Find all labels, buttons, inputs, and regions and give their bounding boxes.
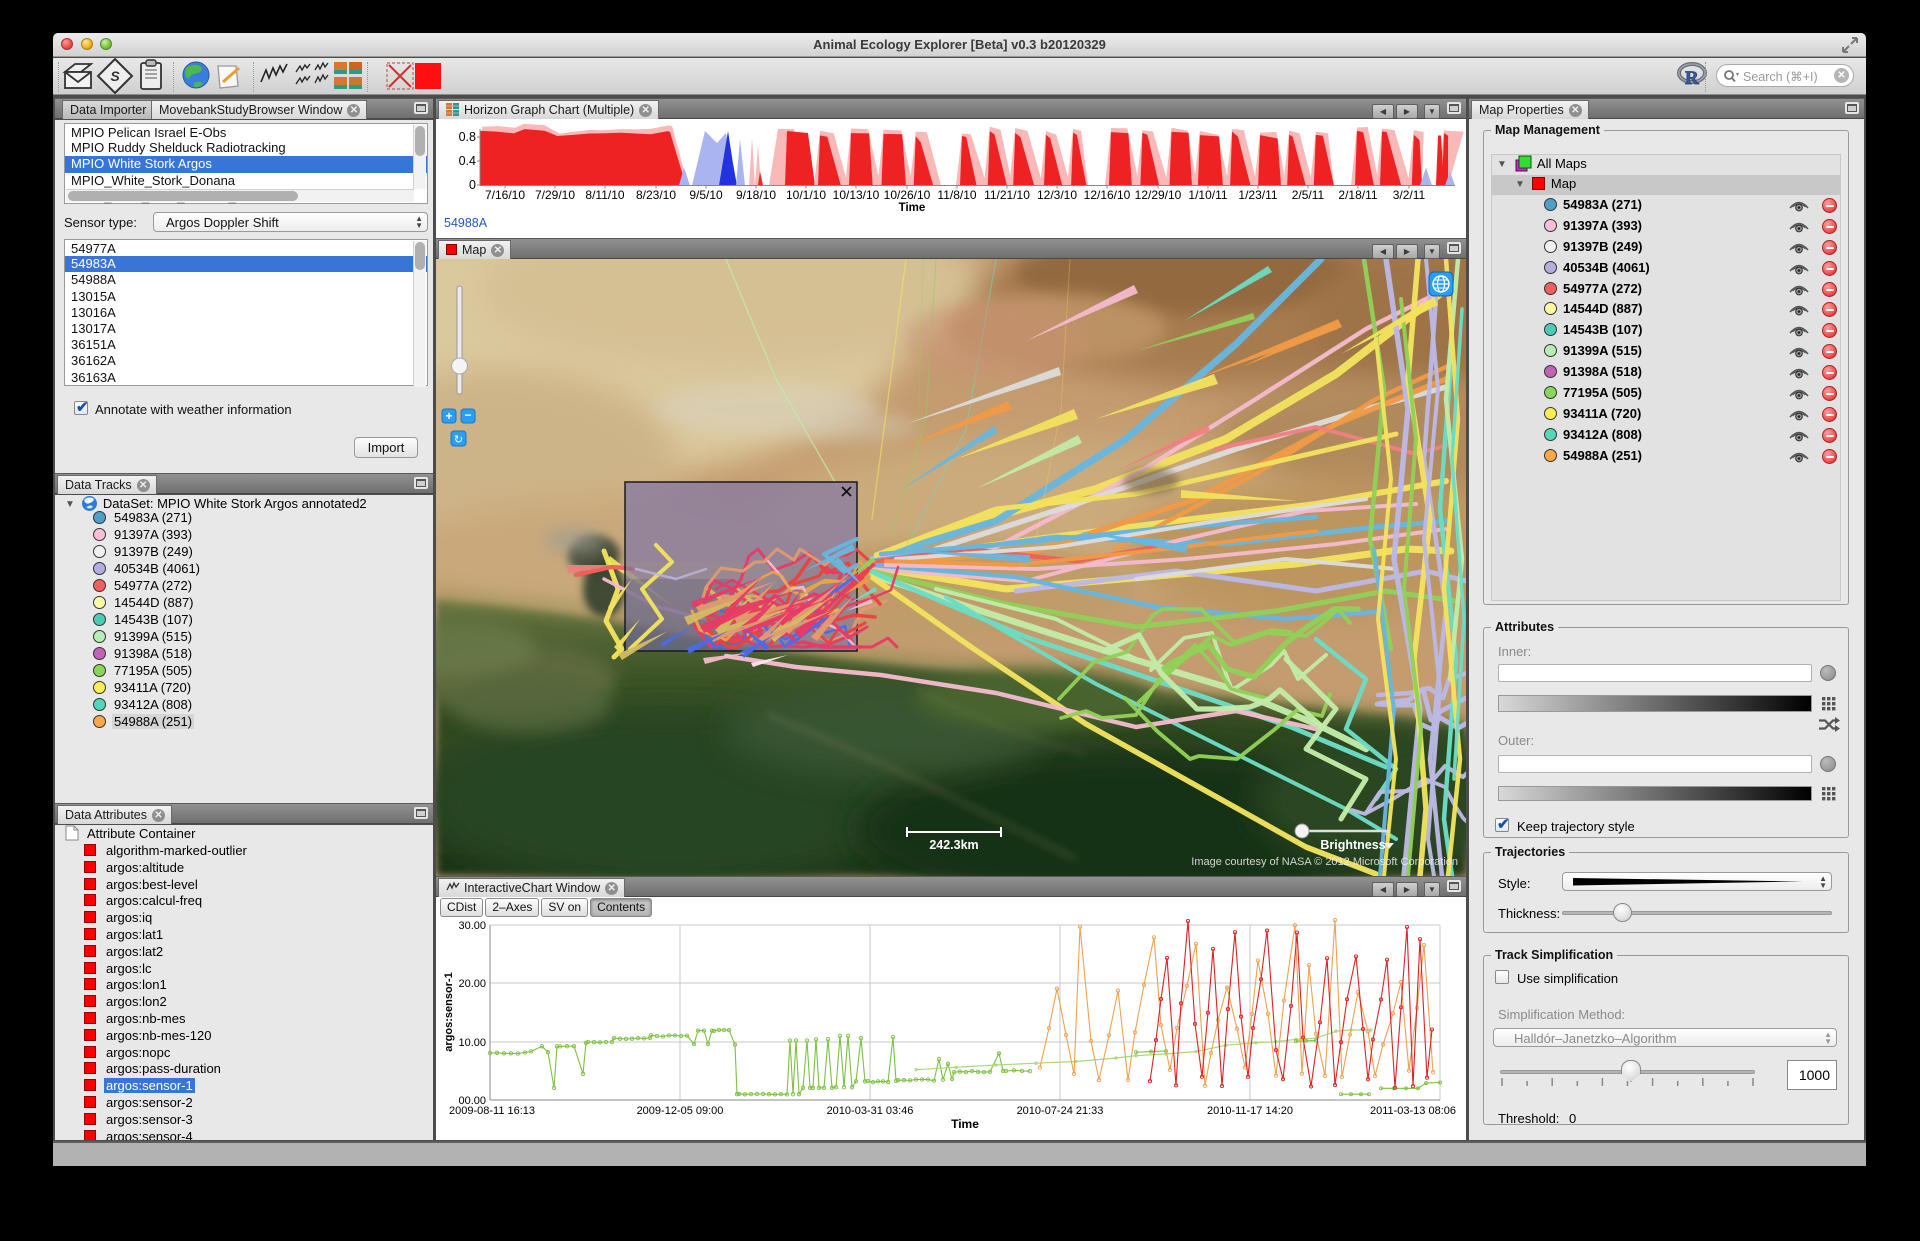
svg-text:7/29/10: 7/29/10 xyxy=(535,188,575,202)
svg-text:10/13/10: 10/13/10 xyxy=(833,188,880,202)
svg-text:12/3/10: 12/3/10 xyxy=(1037,188,1077,202)
svg-text:10.00: 10.00 xyxy=(458,1037,486,1049)
svg-text:S: S xyxy=(110,68,120,84)
svg-text:R: R xyxy=(1685,68,1699,89)
svg-text:2/5/11: 2/5/11 xyxy=(1292,188,1325,202)
svg-text:argos:sensor-1: argos:sensor-1 xyxy=(443,972,455,1051)
svg-text:3/2/11: 3/2/11 xyxy=(1393,188,1426,202)
svg-text:2009-08-11 16:13: 2009-08-11 16:13 xyxy=(449,1105,535,1117)
svg-text:242.3km: 242.3km xyxy=(929,838,978,852)
svg-text:0.4: 0.4 xyxy=(459,154,476,168)
svg-text:Image courtesy of NASA © 2012: Image courtesy of NASA © 2012 Microsoft … xyxy=(1191,856,1458,868)
svg-text:−: − xyxy=(464,408,471,422)
svg-text:10/26/10: 10/26/10 xyxy=(884,188,931,202)
svg-text:8/11/10: 8/11/10 xyxy=(585,188,624,202)
svg-text:0.8: 0.8 xyxy=(459,130,476,144)
svg-text:11/21/10: 11/21/10 xyxy=(984,188,1030,202)
svg-text:12/16/10: 12/16/10 xyxy=(1084,188,1131,202)
svg-text:9/18/10: 9/18/10 xyxy=(736,188,776,202)
svg-text:12/29/10: 12/29/10 xyxy=(1135,188,1182,202)
svg-text:11/8/10: 11/8/10 xyxy=(937,188,976,202)
svg-text:2011-03-13 08:06: 2011-03-13 08:06 xyxy=(1370,1105,1456,1117)
svg-text:↻: ↻ xyxy=(454,434,463,446)
svg-text:2/18/11: 2/18/11 xyxy=(1338,188,1377,202)
svg-text:20.00: 20.00 xyxy=(458,978,486,990)
svg-text:Time: Time xyxy=(899,202,926,214)
svg-text:1/10/11: 1/10/11 xyxy=(1188,188,1227,202)
svg-text:30.00: 30.00 xyxy=(458,920,486,932)
svg-text:54988A: 54988A xyxy=(444,216,488,230)
svg-text:2010-07-24 21:33: 2010-07-24 21:33 xyxy=(1017,1105,1104,1117)
svg-text:7/16/10: 7/16/10 xyxy=(485,188,525,202)
svg-text:2010-11-17 14:20: 2010-11-17 14:20 xyxy=(1207,1105,1293,1117)
svg-text:9/5/10: 9/5/10 xyxy=(689,188,723,202)
svg-text:+: + xyxy=(445,409,452,423)
svg-text:2010-03-31 03:46: 2010-03-31 03:46 xyxy=(827,1105,914,1117)
svg-text:Time: Time xyxy=(951,1117,979,1131)
svg-text:2009-12-05 09:00: 2009-12-05 09:00 xyxy=(637,1105,724,1117)
svg-text:10/1/10: 10/1/10 xyxy=(786,188,826,202)
svg-text:8/23/10: 8/23/10 xyxy=(636,188,676,202)
svg-text:0: 0 xyxy=(469,178,476,192)
svg-text:Brightness: Brightness xyxy=(1320,838,1385,852)
svg-text:1/23/11: 1/23/11 xyxy=(1238,188,1277,202)
